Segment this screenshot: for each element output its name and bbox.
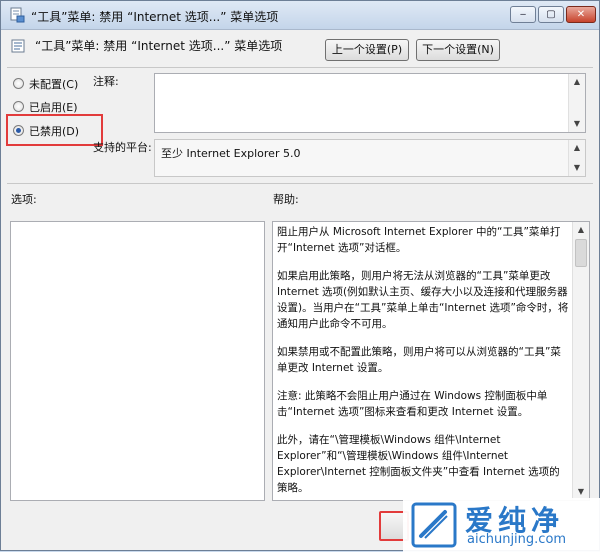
comment-label: 注释: [93,75,119,88]
policy-setting-icon [11,39,25,53]
previous-setting-button[interactable]: 上一个设置(P) [325,39,409,61]
title-bar[interactable]: “工具”菜单: 禁用 “Internet 选项...” 菜单选项 ‒ ▢ ✕ [1,1,599,30]
policy-settings-window: “工具”菜单: 禁用 “Internet 选项...” 菜单选项 ‒ ▢ ✕ “… [0,0,600,552]
comment-scrollbar[interactable]: ▲ ▼ [568,74,585,132]
policy-title: “工具”菜单: 禁用 “Internet 选项...” 菜单选项 [35,39,283,53]
help-paragraph: 注意: 此策略不会阻止用户通过在 Windows 控制面板中单击“Interne… [277,390,548,418]
highlight-box [6,114,103,146]
radio-button[interactable] [13,78,24,89]
scroll-up-arrow-icon[interactable]: ▲ [573,222,589,238]
radio-label: 已启用(E) [29,101,78,114]
header-separator [7,67,593,68]
scroll-up-arrow-icon[interactable]: ▲ [569,140,585,156]
options-label: 选项: [11,193,37,206]
scroll-up-arrow-icon[interactable]: ▲ [569,74,585,90]
help-label: 帮助: [273,193,299,206]
window-title: “工具”菜单: 禁用 “Internet 选项...” 菜单选项 [31,10,279,24]
next-setting-button[interactable]: 下一个设置(N) [416,39,500,61]
help-paragraph: 此外，请在“\管理模板\Windows 组件\Internet Explorer… [277,434,560,494]
help-paragraph: 如果启用此策略，则用户将无法从浏览器的“工具”菜单更改 Internet 选项(… [277,270,569,330]
minimize-button[interactable]: ‒ [510,6,536,23]
help-scrollbar[interactable]: ▲ ▼ [572,222,589,500]
comment-textarea[interactable]: ▲ ▼ [154,73,586,133]
supported-scrollbar[interactable]: ▲ ▼ [568,140,585,176]
radio-label: 未配置(C) [29,78,79,91]
radio-button[interactable] [13,101,24,112]
help-panel: 阻止用户从 Microsoft Internet Explorer 中的“工具”… [272,221,590,501]
options-panel [10,221,265,501]
help-paragraph: 如果禁用或不配置此策略，则用户将可以从浏览器的“工具”菜单更改 Internet… [277,346,561,374]
supported-platforms-value: 至少 Internet Explorer 5.0 [161,147,301,160]
scroll-down-arrow-icon[interactable]: ▼ [569,116,585,132]
aichunjing-logo-icon [411,502,457,548]
help-text: 阻止用户从 Microsoft Internet Explorer 中的“工具”… [277,224,569,498]
supported-platforms-box: 至少 Internet Explorer 5.0 ▲ ▼ [154,139,586,177]
policy-settings-icon [10,7,25,23]
help-paragraph: 阻止用户从 Microsoft Internet Explorer 中的“工具”… [277,226,561,254]
supported-platforms-label: 支持的平台: [93,141,152,154]
watermark-url: aichunjing.com [467,532,567,547]
scroll-thumb[interactable] [575,239,587,267]
close-button[interactable]: ✕ [566,6,596,23]
scroll-down-arrow-icon[interactable]: ▼ [569,160,585,176]
maximize-button[interactable]: ▢ [538,6,564,23]
watermark: 爱纯净 aichunjing.com [403,498,600,552]
section-separator [7,183,593,184]
